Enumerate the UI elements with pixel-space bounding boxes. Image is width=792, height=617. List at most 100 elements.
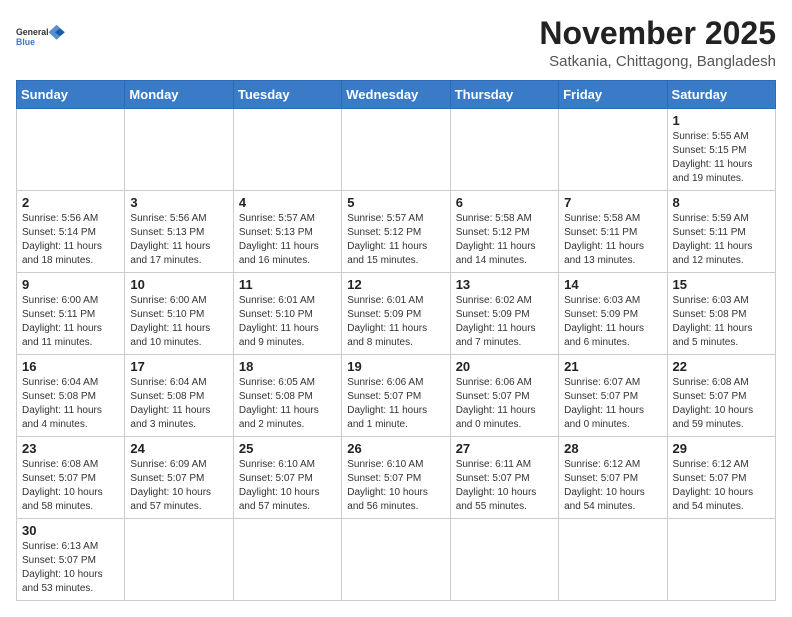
calendar-cell: 24Sunrise: 6:09 AM Sunset: 5:07 PM Dayli… — [125, 437, 233, 519]
day-number: 29 — [673, 441, 770, 456]
calendar-cell: 6Sunrise: 5:58 AM Sunset: 5:12 PM Daylig… — [450, 191, 558, 273]
day-number: 20 — [456, 359, 553, 374]
day-info: Sunrise: 5:56 AM Sunset: 5:14 PM Dayligh… — [22, 212, 119, 268]
day-info: Sunrise: 5:57 AM Sunset: 5:13 PM Dayligh… — [239, 212, 336, 268]
location-subtitle: Satkania, Chittagong, Bangladesh — [539, 53, 776, 70]
day-info: Sunrise: 6:08 AM Sunset: 5:07 PM Dayligh… — [22, 458, 119, 514]
calendar-cell: 29 Sunrise: 6:12 AM Sunset: 5:07 PM Dayli… — [667, 437, 775, 519]
logo: General Blue — [16, 16, 66, 56]
calendar-cell: 19 Sunrise: 6:06 AM Sunset: 5:07 PM Dayli… — [342, 355, 450, 437]
calendar-cell: 7 Sunrise: 5:58 AM Sunset: 5:11 PM Daylig… — [559, 191, 667, 273]
calendar-cell: 21Sunrise: 6:07 AM Sunset: 5:07 PM Dayli… — [559, 355, 667, 437]
calendar-cell: 10Sunrise: 6:00 AM Sunset: 5:10 PM Dayli… — [125, 273, 233, 355]
calendar-week-row: 16 Sunrise: 6:04 AM Sunset: 5:08 PM Dayli… — [17, 355, 776, 437]
day-info: Sunrise: 6:08 AM Sunset: 5:07 PM Dayligh… — [673, 376, 770, 432]
day-info: Sunrise: 6:04 AM Sunset: 5:08 PM Dayligh… — [22, 376, 119, 432]
calendar-cell: 8 Sunrise: 5:59 AM Sunset: 5:11 PM Daylig… — [667, 191, 775, 273]
day-info: Sunrise: 6:03 AM Sunset: 5:08 PM Dayligh… — [673, 294, 770, 350]
day-info: Sunrise: 6:02 AM Sunset: 5:09 PM Dayligh… — [456, 294, 553, 350]
calendar-cell: 9Sunrise: 6:00 AM Sunset: 5:11 PM Daylig… — [17, 273, 125, 355]
day-info: Sunrise: 6:03 AM Sunset: 5:09 PM Dayligh… — [564, 294, 661, 350]
day-number: 30 — [22, 523, 119, 538]
calendar-cell: 3Sunrise: 5:56 AM Sunset: 5:13 PM Daylig… — [125, 191, 233, 273]
day-number: 23 — [22, 441, 119, 456]
weekday-header-row: SundayMondayTuesdayWednesdayThursdayFrid… — [17, 81, 776, 109]
day-number: 17 — [130, 359, 227, 374]
day-number: 28 — [564, 441, 661, 456]
day-number: 14 — [564, 277, 661, 292]
calendar-cell — [17, 109, 125, 191]
calendar-cell — [667, 519, 775, 601]
calendar-cell: 4 Sunrise: 5:57 AM Sunset: 5:13 PM Daylig… — [233, 191, 341, 273]
day-info: Sunrise: 6:11 AM Sunset: 5:07 PM Dayligh… — [456, 458, 553, 514]
calendar-cell — [125, 109, 233, 191]
calendar-cell: 15 Sunrise: 6:03 AM Sunset: 5:08 PM Dayli… — [667, 273, 775, 355]
calendar-cell: 13 Sunrise: 6:02 AM Sunset: 5:09 PM Dayli… — [450, 273, 558, 355]
weekday-header-sunday: Sunday — [17, 81, 125, 109]
day-info: Sunrise: 5:58 AM Sunset: 5:11 PM Dayligh… — [564, 212, 661, 268]
day-number: 16 — [22, 359, 119, 374]
weekday-header-monday: Monday — [125, 81, 233, 109]
day-number: 5 — [347, 195, 444, 210]
calendar-cell: 5 Sunrise: 5:57 AM Sunset: 5:12 PM Daylig… — [342, 191, 450, 273]
calendar-cell: 12 Sunrise: 6:01 AM Sunset: 5:09 PM Dayli… — [342, 273, 450, 355]
day-number: 3 — [130, 195, 227, 210]
calendar-cell — [450, 519, 558, 601]
day-info: Sunrise: 5:59 AM Sunset: 5:11 PM Dayligh… — [673, 212, 770, 268]
day-number: 18 — [239, 359, 336, 374]
day-number: 7 — [564, 195, 661, 210]
page-header: General Blue November 2025 Satkania, Chi… — [16, 16, 776, 70]
calendar-cell — [559, 109, 667, 191]
calendar-week-row: 2 Sunrise: 5:56 AM Sunset: 5:14 PM Daylig… — [17, 191, 776, 273]
day-number: 2 — [22, 195, 119, 210]
day-info: Sunrise: 6:01 AM Sunset: 5:10 PM Dayligh… — [239, 294, 336, 350]
calendar-cell — [233, 519, 341, 601]
day-number: 24 — [130, 441, 227, 456]
calendar-cell: 11 Sunrise: 6:01 AM Sunset: 5:10 PM Dayli… — [233, 273, 341, 355]
calendar-week-row: 1Sunrise: 5:55 AM Sunset: 5:15 PM Daylig… — [17, 109, 776, 191]
day-info: Sunrise: 6:13 AM Sunset: 5:07 PM Dayligh… — [22, 540, 119, 596]
day-number: 15 — [673, 277, 770, 292]
calendar-cell — [342, 519, 450, 601]
day-info: Sunrise: 6:00 AM Sunset: 5:11 PM Dayligh… — [22, 294, 119, 350]
day-number: 21 — [564, 359, 661, 374]
day-info: Sunrise: 5:57 AM Sunset: 5:12 PM Dayligh… — [347, 212, 444, 268]
day-info: Sunrise: 6:10 AM Sunset: 5:07 PM Dayligh… — [239, 458, 336, 514]
day-number: 8 — [673, 195, 770, 210]
day-info: Sunrise: 6:01 AM Sunset: 5:09 PM Dayligh… — [347, 294, 444, 350]
day-number: 19 — [347, 359, 444, 374]
calendar-cell: 1Sunrise: 5:55 AM Sunset: 5:15 PM Daylig… — [667, 109, 775, 191]
calendar-cell — [342, 109, 450, 191]
day-info: Sunrise: 6:06 AM Sunset: 5:07 PM Dayligh… — [347, 376, 444, 432]
day-number: 22 — [673, 359, 770, 374]
day-number: 25 — [239, 441, 336, 456]
day-number: 11 — [239, 277, 336, 292]
day-number: 10 — [130, 277, 227, 292]
calendar-week-row: 30 Sunrise: 6:13 AM Sunset: 5:07 PM Dayli… — [17, 519, 776, 601]
calendar-cell: 2 Sunrise: 5:56 AM Sunset: 5:14 PM Daylig… — [17, 191, 125, 273]
day-info: Sunrise: 6:12 AM Sunset: 5:07 PM Dayligh… — [564, 458, 661, 514]
calendar-cell: 28 Sunrise: 6:12 AM Sunset: 5:07 PM Dayli… — [559, 437, 667, 519]
day-info: Sunrise: 6:06 AM Sunset: 5:07 PM Dayligh… — [456, 376, 553, 432]
calendar-cell: 26Sunrise: 6:10 AM Sunset: 5:07 PM Dayli… — [342, 437, 450, 519]
month-title: November 2025 — [539, 16, 776, 51]
calendar-cell: 16 Sunrise: 6:04 AM Sunset: 5:08 PM Dayli… — [17, 355, 125, 437]
calendar-cell: 14 Sunrise: 6:03 AM Sunset: 5:09 PM Dayli… — [559, 273, 667, 355]
calendar-cell — [125, 519, 233, 601]
day-number: 13 — [456, 277, 553, 292]
day-number: 27 — [456, 441, 553, 456]
calendar-cell: 30 Sunrise: 6:13 AM Sunset: 5:07 PM Dayli… — [17, 519, 125, 601]
day-number: 4 — [239, 195, 336, 210]
day-number: 6 — [456, 195, 553, 210]
calendar-cell: 17Sunrise: 6:04 AM Sunset: 5:08 PM Dayli… — [125, 355, 233, 437]
weekday-header-tuesday: Tuesday — [233, 81, 341, 109]
calendar-week-row: 9Sunrise: 6:00 AM Sunset: 5:11 PM Daylig… — [17, 273, 776, 355]
day-number: 12 — [347, 277, 444, 292]
day-info: Sunrise: 5:55 AM Sunset: 5:15 PM Dayligh… — [673, 130, 770, 186]
calendar-cell: 18Sunrise: 6:05 AM Sunset: 5:08 PM Dayli… — [233, 355, 341, 437]
weekday-header-friday: Friday — [559, 81, 667, 109]
day-info: Sunrise: 6:10 AM Sunset: 5:07 PM Dayligh… — [347, 458, 444, 514]
calendar-cell: 20 Sunrise: 6:06 AM Sunset: 5:07 PM Dayli… — [450, 355, 558, 437]
svg-text:Blue: Blue — [16, 37, 35, 47]
day-info: Sunrise: 6:12 AM Sunset: 5:07 PM Dayligh… — [673, 458, 770, 514]
